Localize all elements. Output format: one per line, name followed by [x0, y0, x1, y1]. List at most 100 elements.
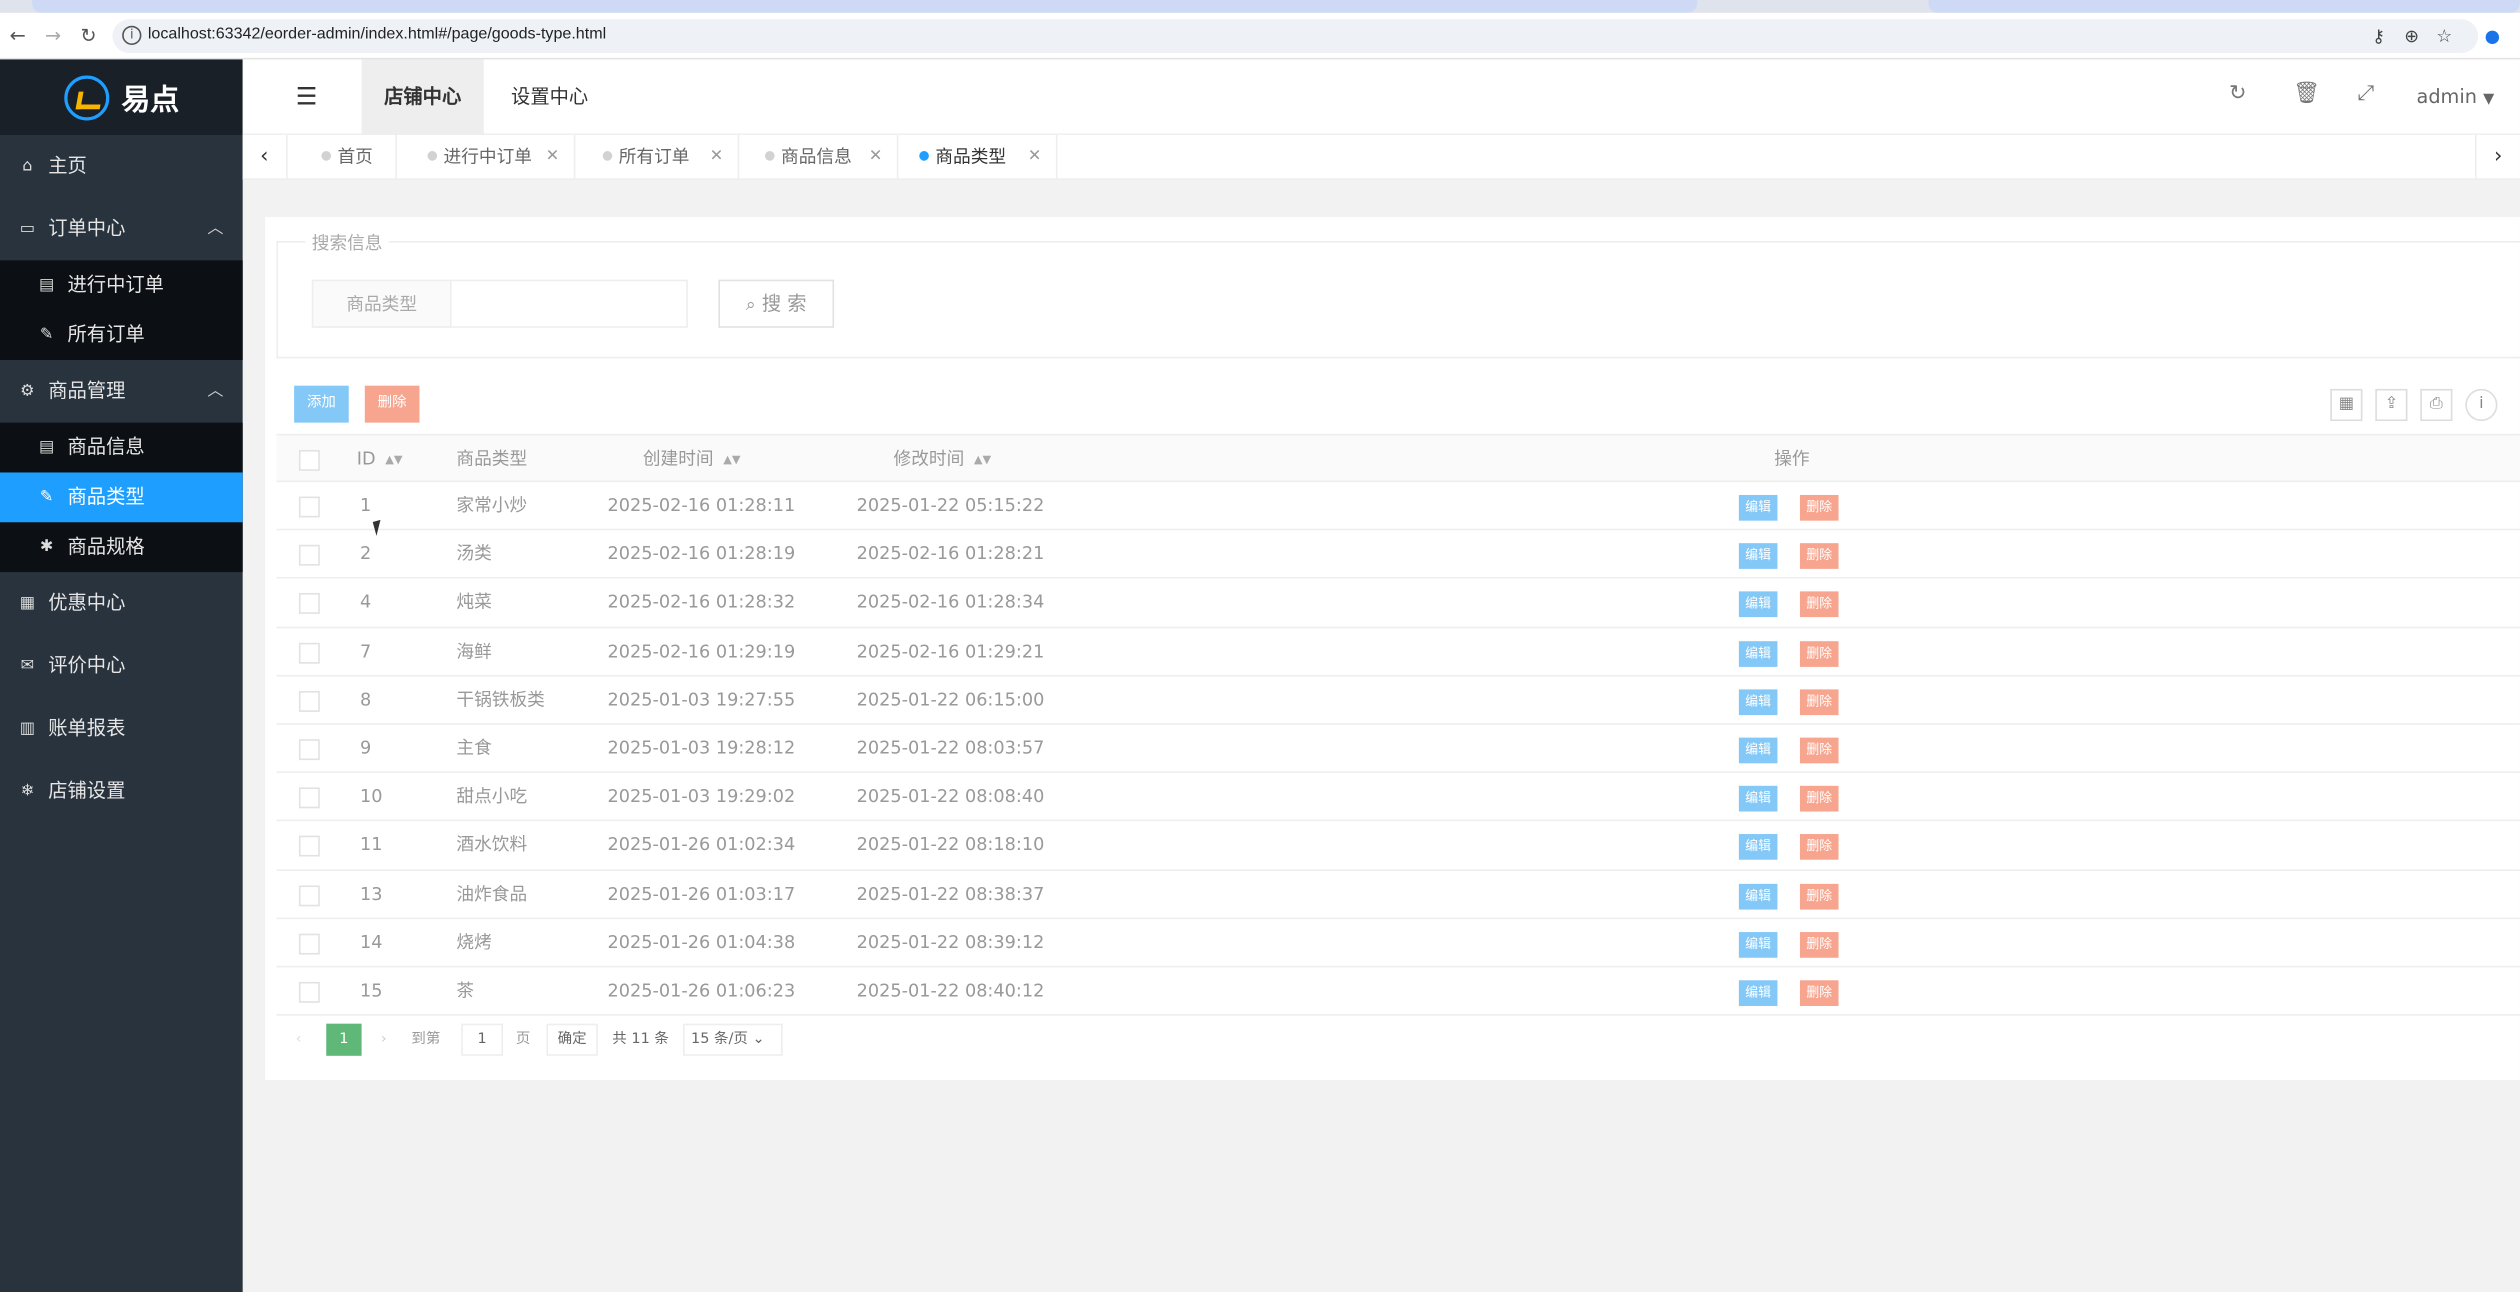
sidebar-item-reports[interactable]: ▥ 账单报表: [0, 697, 243, 760]
table-row[interactable]: 14 烧烤 2025-01-26 01:04:38 2025-01-22 08:39:…: [276, 919, 2520, 968]
sidebar-item-reviews[interactable]: ✉ 评价中心: [0, 635, 243, 698]
delete-row-button[interactable]: 删除: [1799, 883, 1839, 909]
address-url[interactable]: localhost:63342/eorder-admin/index.html#…: [148, 26, 606, 44]
delete-row-button[interactable]: 删除: [1799, 834, 1839, 861]
sidebar-item-discounts[interactable]: ▦ 优惠中心: [0, 572, 243, 635]
table-row[interactable]: 15 茶 2025-01-26 01:06:23 2025-01-22 08:40:1…: [276, 967, 2520, 1016]
page-tab-all-orders[interactable]: 所有订单 ✕: [583, 134, 740, 180]
fullscreen-icon[interactable]: ⤢: [2358, 82, 2375, 106]
header-tab-store-center[interactable]: 店铺中心: [361, 59, 484, 135]
zoom-icon[interactable]: ⊕: [2404, 26, 2419, 47]
row-checkbox[interactable]: [298, 933, 320, 955]
row-checkbox[interactable]: [298, 739, 320, 761]
sidebar-item-goods-type[interactable]: ✎ 商品类型: [0, 472, 243, 523]
edit-row-button[interactable]: 编辑: [1738, 883, 1778, 909]
print-icon[interactable]: ⎙: [2420, 388, 2453, 422]
goto-page-input[interactable]: 1: [461, 1023, 504, 1056]
sidebar-item-orders[interactable]: ▭ 订单中心 ︿: [0, 198, 243, 261]
sidebar-item-home[interactable]: ⌂ 主页: [0, 135, 243, 198]
delete-row-button[interactable]: 删除: [1799, 786, 1839, 812]
row-checkbox[interactable]: [298, 690, 320, 712]
sort-icon[interactable]: ▲▼: [385, 435, 402, 483]
close-icon[interactable]: ✕: [1028, 135, 1041, 180]
table-row[interactable]: 9 主食 2025-01-03 19:28:12 2025-01-22 08:03:5…: [276, 725, 2520, 774]
column-header-modified[interactable]: 修改时间 ▲▼: [894, 435, 992, 483]
search-button[interactable]: ⌕ 搜 索: [718, 279, 835, 328]
edit-row-button[interactable]: 编辑: [1738, 543, 1778, 570]
edit-row-button[interactable]: 编辑: [1738, 737, 1778, 764]
profile-icon[interactable]: ●: [2485, 26, 2500, 47]
table-row[interactable]: 4 炖菜 2025-02-16 01:28:32 2025-02-16 01:28:3…: [276, 579, 2520, 628]
delete-row-button[interactable]: 删除: [1799, 494, 1839, 521]
forward-arrow-icon[interactable]: →: [45, 24, 61, 46]
delete-row-button[interactable]: 删除: [1799, 543, 1839, 570]
back-arrow-icon[interactable]: ←: [10, 24, 26, 46]
tabs-scroll-left-icon[interactable]: ‹: [243, 134, 288, 180]
table-row[interactable]: 2 汤类 2025-02-16 01:28:19 2025-02-16 01:28:2…: [276, 531, 2520, 580]
bookmark-star-icon[interactable]: ☆: [2436, 26, 2452, 47]
sidebar-item-goods-info[interactable]: ▤ 商品信息: [0, 423, 243, 473]
delete-row-button[interactable]: 删除: [1799, 931, 1839, 958]
select-all-checkbox[interactable]: [298, 449, 320, 471]
sidebar-item-goods-spec[interactable]: ✱ 商品规格: [0, 522, 243, 572]
table-row[interactable]: 11 酒水饮料 2025-01-26 01:02:34 2025-01-22 08:1…: [276, 822, 2520, 871]
sort-icon[interactable]: ▲▼: [723, 435, 740, 483]
delete-row-button[interactable]: 删除: [1799, 737, 1839, 764]
edit-row-button[interactable]: 编辑: [1738, 980, 1778, 1006]
user-menu[interactable]: admin ▼: [2417, 85, 2495, 107]
table-row[interactable]: 8 干锅铁板类 2025-01-03 19:27:55 2025-01-22 06:1…: [276, 676, 2520, 725]
edit-row-button[interactable]: 编辑: [1738, 494, 1778, 521]
add-button[interactable]: 添加: [294, 385, 349, 423]
delete-row-button[interactable]: 删除: [1799, 591, 1839, 618]
page-number-current[interactable]: 1: [326, 1023, 362, 1056]
close-icon[interactable]: ✕: [710, 135, 723, 180]
goto-confirm-button[interactable]: 确定: [546, 1023, 598, 1056]
reload-icon[interactable]: ↻: [80, 24, 96, 46]
info-icon[interactable]: i: [2465, 388, 2498, 422]
row-checkbox[interactable]: [298, 496, 320, 518]
page-tab-home[interactable]: 首页: [302, 134, 397, 180]
sidebar-item-goods[interactable]: ⚙ 商品管理 ︿: [0, 360, 243, 423]
page-tab-goods-info[interactable]: 商品信息 ✕: [746, 134, 899, 180]
browser-tab[interactable]: [1928, 0, 2520, 13]
close-icon[interactable]: ✕: [869, 135, 882, 180]
row-checkbox[interactable]: [298, 981, 320, 1003]
edit-row-button[interactable]: 编辑: [1738, 640, 1778, 667]
page-tab-goods-type[interactable]: 商品类型 ✕: [900, 134, 1058, 180]
trash-icon[interactable]: 🗑: [2293, 82, 2320, 106]
brand-logo[interactable]: 易点: [0, 59, 243, 135]
edit-row-button[interactable]: 编辑: [1738, 834, 1778, 861]
site-info-icon[interactable]: i: [122, 25, 142, 45]
sort-icon[interactable]: ▲▼: [974, 435, 991, 483]
edit-row-button[interactable]: 编辑: [1738, 931, 1778, 958]
table-row[interactable]: 10 甜点小吃 2025-01-03 19:29:02 2025-01-22 08:0…: [276, 773, 2520, 822]
export-icon[interactable]: ⇪: [2375, 388, 2408, 422]
table-row[interactable]: 1 家常小炒 2025-02-16 01:28:11 2025-01-22 05:15…: [276, 482, 2520, 531]
table-row[interactable]: 13 油炸食品 2025-01-26 01:03:17 2025-01-22 08:3…: [276, 870, 2520, 919]
row-checkbox[interactable]: [298, 836, 320, 858]
page-size-select[interactable]: 15 条/页 ⌄: [683, 1023, 783, 1056]
column-header-id[interactable]: ID ▲▼: [357, 435, 403, 483]
delete-row-button[interactable]: 删除: [1799, 980, 1839, 1006]
sidebar-item-all-orders[interactable]: ✎ 所有订单: [0, 310, 243, 360]
edit-row-button[interactable]: 编辑: [1738, 689, 1778, 715]
edit-row-button[interactable]: 编辑: [1738, 786, 1778, 812]
row-checkbox[interactable]: [298, 787, 320, 809]
tabs-scroll-right-icon[interactable]: ›: [2474, 134, 2520, 180]
page-tab-ongoing-orders[interactable]: 进行中订单 ✕: [408, 134, 576, 180]
prev-page-icon[interactable]: ‹: [296, 1024, 302, 1056]
goods-type-search-input[interactable]: [449, 279, 688, 328]
refresh-icon[interactable]: ↻: [2229, 82, 2247, 106]
menu-toggle-icon[interactable]: ☰: [296, 82, 318, 111]
sidebar-item-store-settings[interactable]: ❄ 店铺设置: [0, 760, 243, 823]
column-header-created[interactable]: 创建时间 ▲▼: [643, 435, 741, 483]
row-checkbox[interactable]: [298, 884, 320, 906]
delete-button[interactable]: 删除: [364, 385, 420, 423]
close-icon[interactable]: ✕: [546, 135, 559, 180]
key-icon[interactable]: ⚷: [2372, 26, 2385, 47]
row-checkbox[interactable]: [298, 545, 320, 566]
row-checkbox[interactable]: [298, 593, 320, 615]
columns-filter-icon[interactable]: ▦: [2330, 388, 2363, 422]
edit-row-button[interactable]: 编辑: [1738, 591, 1778, 618]
delete-row-button[interactable]: 删除: [1799, 689, 1839, 715]
